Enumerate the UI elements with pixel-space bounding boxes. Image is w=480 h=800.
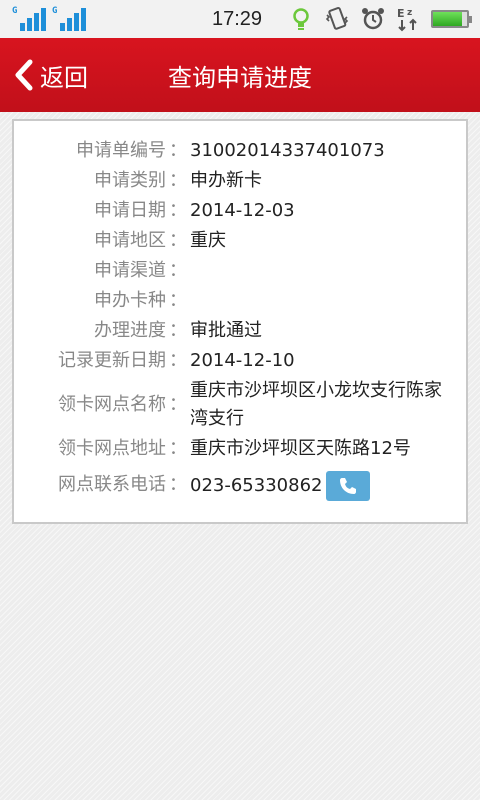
detail-row-application-type: 申请类别 ： 申办新卡	[14, 167, 470, 195]
svg-text:z: z	[407, 8, 412, 18]
status-bar: G G 17:29 E z	[0, 0, 480, 38]
detail-colon: ：	[169, 350, 187, 371]
detail-label: 申请类别	[94, 170, 166, 191]
detail-row-branch-phone: 网点联系电话 ： 023-65330862	[14, 471, 470, 501]
svg-text:E: E	[397, 7, 405, 20]
detail-label: 领卡网点地址	[58, 438, 166, 459]
signal-sim1-icon: G	[12, 7, 46, 31]
detail-row-progress: 办理进度 ： 审批通过	[14, 317, 470, 345]
page-title: 查询申请进度	[168, 64, 312, 92]
detail-colon: ：	[169, 260, 187, 281]
detail-row-branch-address: 领卡网点地址 ： 重庆市沙坪坝区天陈路12号	[14, 435, 470, 463]
detail-value	[190, 257, 455, 285]
status-time: 17:29	[212, 8, 263, 30]
detail-value: 重庆市沙坪坝区天陈路12号	[190, 438, 411, 459]
detail-value: 申办新卡	[190, 170, 262, 191]
sim2-tag: G	[52, 6, 58, 16]
detail-colon: ：	[169, 394, 187, 415]
detail-label: 网点联系电话	[58, 474, 166, 495]
detail-colon: ：	[169, 474, 187, 495]
phone-icon	[340, 478, 357, 494]
detail-colon: ：	[169, 230, 187, 251]
title-bar: 返回 查询申请进度	[0, 38, 480, 112]
call-button[interactable]	[326, 471, 371, 501]
detail-value: 重庆	[190, 230, 226, 251]
detail-label: 申请渠道	[94, 260, 166, 281]
phone-number: 023-65330862	[190, 475, 323, 496]
detail-value: 31002014337401073	[190, 140, 385, 161]
detail-label: 办理进度	[94, 320, 166, 341]
detail-value: 2014-12-10	[190, 350, 295, 371]
detail-colon: ：	[169, 200, 187, 221]
detail-row-update-date: 记录更新日期 ： 2014-12-10	[14, 347, 470, 375]
detail-colon: ：	[169, 140, 187, 161]
detail-value: 重庆市沙坪坝区小龙坎支行陈家湾支行	[190, 380, 442, 429]
detail-label: 申办卡种	[94, 290, 166, 311]
detail-colon: ：	[169, 290, 187, 311]
detail-label: 申请日期	[94, 200, 166, 221]
application-details-card: 申请单编号 ： 31002014337401073 申请类别 ： 申办新卡 申请…	[12, 119, 468, 524]
battery-level-fill	[433, 12, 462, 26]
detail-value-phone: 023-65330862	[190, 471, 455, 501]
detail-label: 申请地区	[94, 230, 166, 251]
detail-value: 审批通过	[190, 320, 262, 341]
detail-value	[190, 287, 455, 315]
vibrate-icon	[325, 6, 349, 30]
detail-label: 领卡网点名称	[58, 394, 166, 415]
detail-row-card-type: 申办卡种 ：	[14, 287, 470, 315]
sim1-tag: G	[12, 6, 18, 16]
detail-row-branch-name: 领卡网点名称 ： 重庆市沙坪坝区小龙坎支行陈家湾支行	[14, 377, 470, 433]
alarm-clock-icon	[362, 8, 384, 30]
detail-colon: ：	[169, 170, 187, 191]
detail-colon: ：	[169, 438, 187, 459]
detail-row-application-channel: 申请渠道 ：	[14, 257, 470, 285]
detail-colon: ：	[169, 320, 187, 341]
detail-row-application-number: 申请单编号 ： 31002014337401073	[14, 137, 470, 165]
sync-icon: E z	[397, 7, 417, 32]
lightbulb-icon	[293, 8, 309, 30]
signal-sim2-icon: G	[52, 7, 86, 31]
detail-label: 记录更新日期	[58, 350, 166, 371]
detail-value: 2014-12-03	[190, 200, 295, 221]
detail-label: 申请单编号	[76, 140, 166, 161]
detail-row-application-date: 申请日期 ： 2014-12-03	[14, 197, 470, 225]
battery-icon	[431, 10, 472, 28]
detail-row-application-region: 申请地区 ： 重庆	[14, 227, 470, 255]
